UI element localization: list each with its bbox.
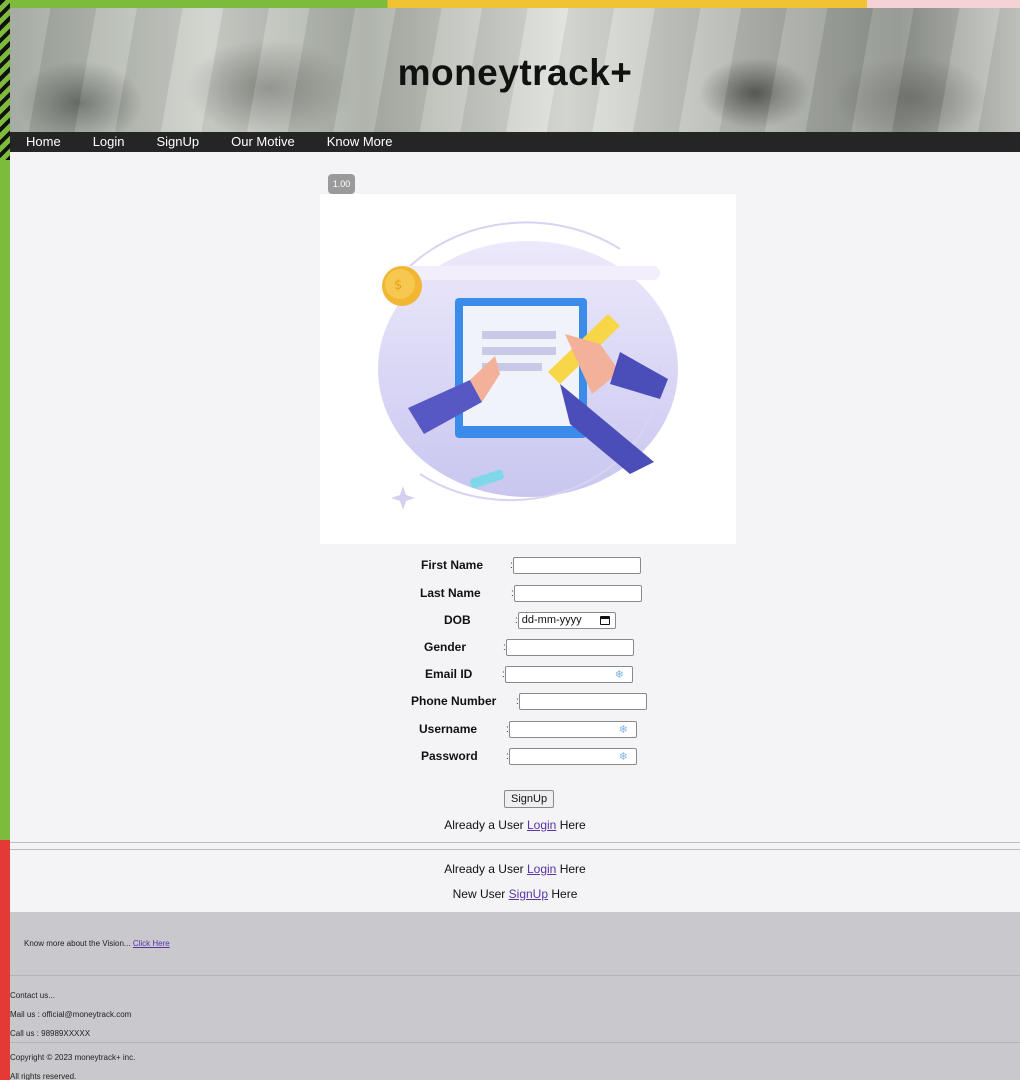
first-name-row: First Name :: [421, 556, 641, 574]
gender-row: Gender :: [424, 638, 634, 656]
already-user-prefix: Already a User: [444, 862, 524, 876]
email-label: Email ID: [425, 667, 473, 681]
dob-placeholder: dd-mm-yyyy: [521, 614, 582, 626]
footer-copyright: Copyright © 2023 moneytrack+ inc. All ri…: [10, 1042, 1020, 1080]
username-row: Username : ❄: [419, 720, 637, 738]
username-label: Username: [419, 722, 478, 736]
contact-phone: Call us : 98989XXXXX: [10, 1029, 91, 1038]
footer-vision: Know more about the Vision... Click Here: [10, 912, 1020, 975]
nav-login[interactable]: Login: [93, 132, 125, 152]
nav-our-motive[interactable]: Our Motive: [231, 132, 295, 152]
email-row: Email ID : ❄: [425, 665, 633, 683]
login-link[interactable]: Login: [527, 818, 556, 832]
copyright-text: Copyright © 2023 moneytrack+ inc.: [10, 1053, 136, 1062]
last-name-label: Last Name: [420, 586, 481, 600]
autofill-key-icon[interactable]: ❄: [619, 723, 628, 736]
contact-title: Contact us...: [10, 991, 55, 1000]
already-user-prefix: Already a User: [444, 818, 524, 832]
footer-contact: Contact us... Mail us : official@moneytr…: [10, 975, 1020, 1042]
password-input[interactable]: ❄: [508, 747, 637, 765]
contact-mail: Mail us : official@moneytrack.com: [10, 1010, 132, 1019]
signup-link[interactable]: SignUp: [509, 887, 548, 901]
autofill-key-icon[interactable]: ❄: [615, 668, 624, 681]
frame-left-green-decoration: [0, 160, 10, 840]
nav-bar: Home Login SignUp Our Motive Know More: [10, 132, 1020, 152]
password-label: Password: [421, 749, 478, 763]
phone-row: Phone Number :: [411, 692, 647, 710]
first-name-label: First Name: [421, 558, 484, 572]
nav-signup[interactable]: SignUp: [157, 132, 200, 152]
password-row: Password : ❄: [421, 747, 637, 765]
already-user-suffix: Here: [559, 818, 586, 832]
gender-input[interactable]: [505, 638, 634, 656]
already-user-line: Already a User Login Here: [10, 818, 1020, 832]
dob-row: DOB : dd-mm-yyyy: [444, 611, 616, 629]
frame-top-decoration: [0, 0, 1020, 8]
signup-illustration: $: [320, 194, 736, 544]
last-name-input[interactable]: [513, 584, 642, 602]
svg-text:$: $: [394, 278, 402, 293]
new-user-prefix: New User: [452, 887, 506, 901]
last-name-row: Last Name :: [420, 584, 642, 602]
phone-input[interactable]: [518, 692, 647, 710]
phone-label: Phone Number: [411, 694, 497, 708]
login-link-secondary[interactable]: Login: [527, 862, 556, 876]
rights-text: All rights reserved.: [10, 1072, 77, 1080]
autofill-key-icon[interactable]: ❄: [619, 750, 628, 763]
nav-know-more[interactable]: Know More: [327, 132, 393, 152]
calendar-icon[interactable]: [599, 615, 610, 625]
frame-left-red-decoration: [0, 840, 10, 1080]
already-user-line-secondary: Already a User Login Here: [10, 862, 1020, 876]
dob-label: DOB: [444, 613, 471, 627]
username-input[interactable]: ❄: [508, 720, 637, 738]
vision-text: Know more about the Vision...: [24, 939, 131, 948]
new-user-line: New User SignUp Here: [10, 887, 1020, 901]
image-zoom-badge: 1.00: [328, 174, 355, 194]
vision-link[interactable]: Click Here: [133, 939, 170, 948]
divider: [10, 849, 1020, 850]
divider: [10, 842, 1020, 843]
header-banner: moneytrack+: [10, 8, 1020, 132]
email-input[interactable]: ❄: [504, 665, 633, 683]
gender-label: Gender: [424, 640, 467, 654]
site-title: moneytrack+: [397, 52, 633, 93]
nav-home[interactable]: Home: [26, 132, 61, 152]
page: moneytrack+ Home Login SignUp Our Motive…: [10, 8, 1020, 1080]
signup-submit-button[interactable]: SignUp: [504, 790, 555, 808]
new-user-suffix: Here: [551, 887, 578, 901]
signup-illustration-wrap: 1.00 $: [320, 174, 736, 544]
first-name-input[interactable]: [512, 556, 641, 574]
dob-input[interactable]: dd-mm-yyyy: [517, 611, 616, 629]
already-user-suffix: Here: [559, 862, 586, 876]
frame-left-striped-decoration: [0, 0, 10, 160]
